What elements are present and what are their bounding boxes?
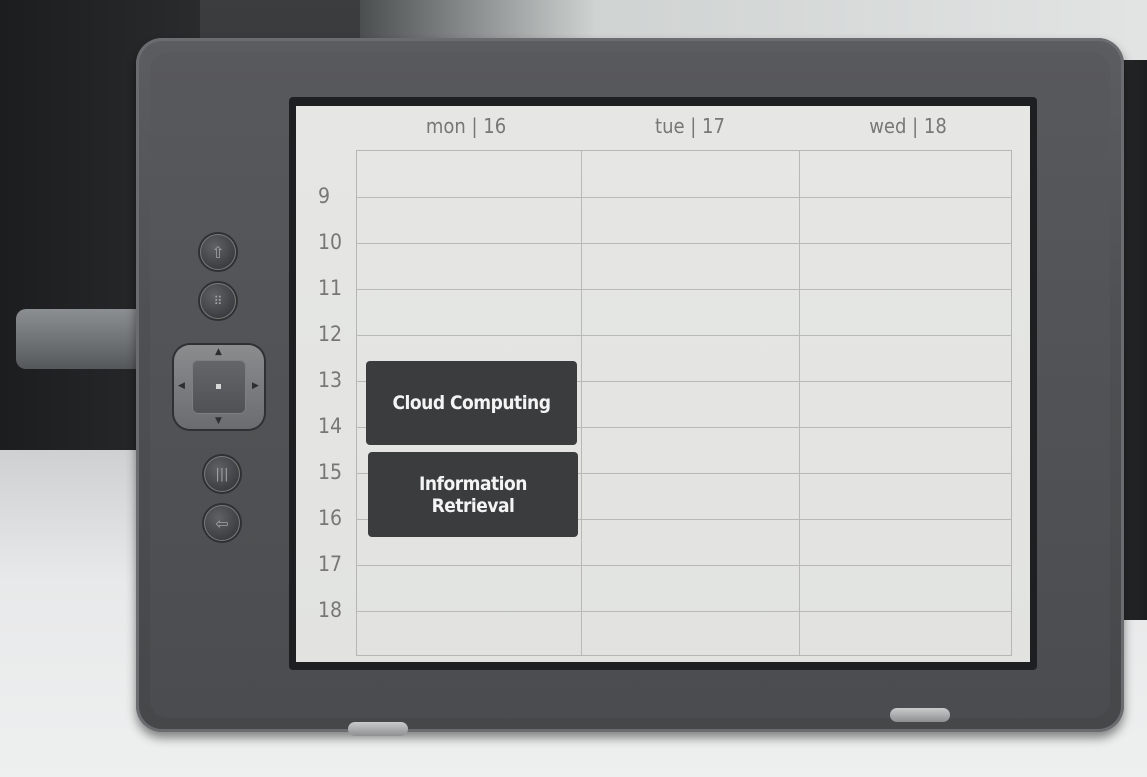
column-divider <box>581 151 582 655</box>
row-divider <box>357 197 1011 198</box>
dpad-right-icon: ▶ <box>252 381 259 391</box>
keyboard-button[interactable]: ⠿ <box>200 283 236 319</box>
photo-scene: kindle ⇧ ⠿ ▲ ▼ ◀ ▶ ||| ⇦ mon | 16 tue | … <box>0 0 1147 777</box>
event-information-retrieval[interactable]: Information Retrieval <box>368 452 578 537</box>
row-divider <box>357 611 1011 612</box>
row-divider <box>357 243 1011 244</box>
dpad-up-icon: ▲ <box>215 347 222 357</box>
row-divider <box>357 335 1011 336</box>
row-divider <box>357 565 1011 566</box>
hour-label: 10 <box>318 230 343 254</box>
home-up-icon: ⇧ <box>211 242 225 262</box>
hour-label: 9 <box>318 184 331 208</box>
dpad-left-icon: ◀ <box>178 381 185 391</box>
usb-cable <box>16 309 146 369</box>
bottom-button-left[interactable] <box>348 722 408 736</box>
back-arrow-icon: ⇦ <box>215 513 229 533</box>
day-header-wed: wed | 18 <box>869 114 947 138</box>
menu-icon: ||| <box>215 466 229 482</box>
dpad-select[interactable] <box>192 360 246 414</box>
hour-label: 11 <box>318 276 343 300</box>
hour-label: 18 <box>318 598 343 622</box>
row-divider <box>357 289 1011 290</box>
bottom-button-right[interactable] <box>890 708 950 722</box>
eink-screen: mon | 16 tue | 17 wed | 18 9 10 11 12 13… <box>296 106 1030 662</box>
hour-label: 13 <box>318 368 343 392</box>
day-header-tue: tue | 17 <box>655 114 725 138</box>
dpad-down-icon: ▼ <box>215 416 222 426</box>
hour-label: 12 <box>318 322 343 346</box>
keyboard-icon: ⠿ <box>213 294 223 308</box>
back-button[interactable]: ⇦ <box>204 505 240 541</box>
event-cloud-computing[interactable]: Cloud Computing <box>366 361 577 445</box>
hour-label: 17 <box>318 552 343 576</box>
home-button[interactable]: ⇧ <box>200 234 236 270</box>
hour-label: 14 <box>318 414 343 438</box>
day-header-mon: mon | 16 <box>425 114 507 138</box>
dpad[interactable]: ▲ ▼ ◀ ▶ <box>174 345 264 429</box>
column-divider <box>799 151 800 655</box>
hour-label: 15 <box>318 460 343 484</box>
menu-button[interactable]: ||| <box>204 456 240 492</box>
hour-label: 16 <box>318 506 343 530</box>
